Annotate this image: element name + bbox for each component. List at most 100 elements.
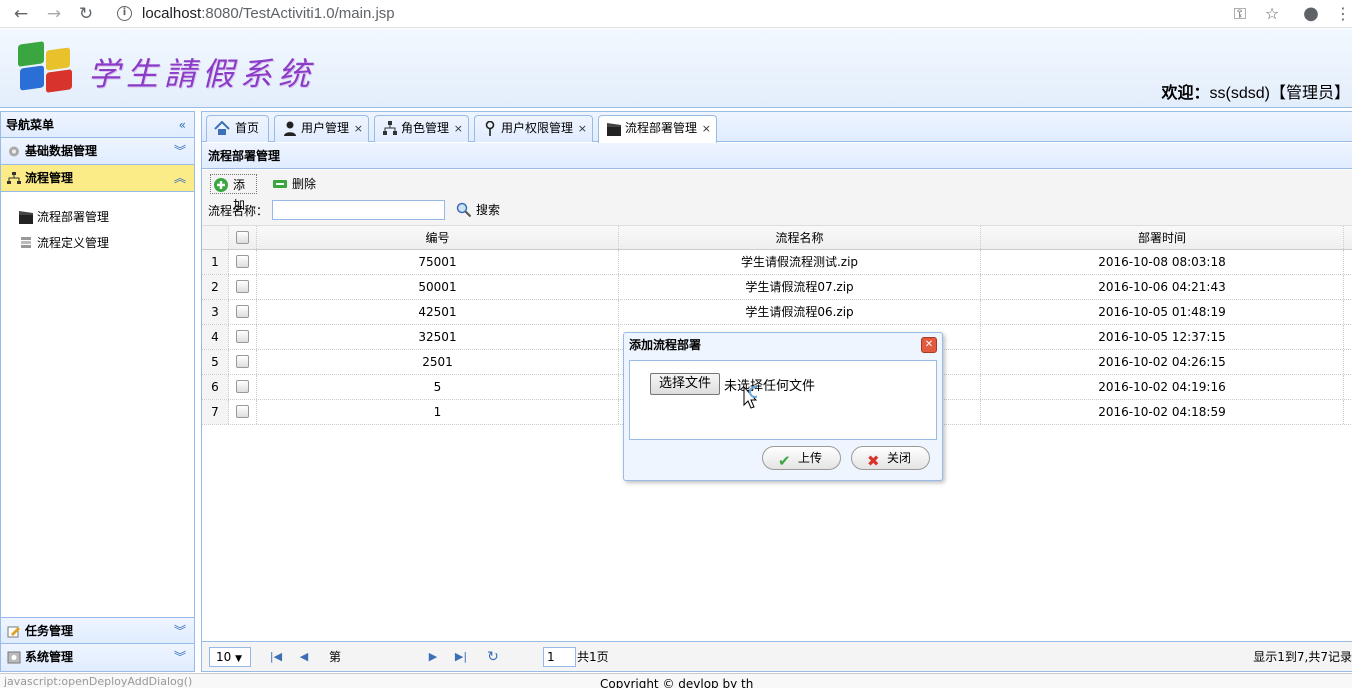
key-icon[interactable]: ⚿: [1229, 3, 1251, 25]
nav-section-process[interactable]: 流程管理 ︽: [1, 165, 194, 192]
nav-title-bar: 导航菜单 «: [1, 112, 194, 138]
page-number-input[interactable]: 1: [543, 647, 576, 667]
settings-box-icon: [7, 651, 21, 664]
cell-name: 学生请假流程07.zip: [619, 275, 981, 299]
column-header-id[interactable]: 编号: [257, 226, 619, 249]
add-button[interactable]: 添加: [210, 174, 257, 212]
info-icon[interactable]: i: [117, 6, 132, 21]
tab-role-management[interactable]: 角色管理 ×: [374, 115, 469, 142]
table-row[interactable]: 3 42501 学生请假流程06.zip 2016-10-05 01:48:19: [202, 300, 1352, 325]
reload-icon[interactable]: ↻: [75, 3, 97, 25]
chevron-down-icon[interactable]: ︾: [174, 138, 186, 165]
menu-dots-icon[interactable]: ⋮: [1332, 3, 1352, 25]
add-deploy-dialog: 添加流程部署 ✕ 选择文件 未选择任何文件 ✔ 上传 ✖ 关闭: [623, 332, 943, 481]
prev-page-icon[interactable]: ◀: [296, 647, 312, 667]
mouse-cursor-icon: [743, 386, 757, 409]
close-icon[interactable]: ×: [454, 116, 463, 141]
close-icon[interactable]: ×: [578, 116, 587, 141]
tab-user-management[interactable]: 用户管理 ×: [274, 115, 369, 142]
choose-file-button[interactable]: 选择文件: [650, 373, 720, 395]
close-icon[interactable]: ×: [702, 116, 711, 141]
address-bar[interactable]: localhost:8080/TestActiviti1.0/main.jsp: [142, 5, 395, 22]
row-checkbox[interactable]: [229, 275, 257, 299]
add-icon: [214, 178, 228, 192]
account-icon[interactable]: ●: [1300, 3, 1322, 25]
cell-id: 5: [257, 375, 619, 399]
cell-time: 2016-10-02 04:26:15: [981, 350, 1344, 374]
edit-icon: [7, 626, 20, 638]
status-bar: javascript:openDeployAddDialog() Copyrig…: [0, 673, 1352, 688]
cell-time: 2016-10-05 12:37:15: [981, 325, 1344, 349]
cell-id: 42501: [257, 300, 619, 324]
tab-label: 用户管理: [301, 121, 350, 135]
row-number: 4: [202, 325, 229, 349]
forward-arrow-icon[interactable]: →: [43, 3, 65, 25]
status-link-text: javascript:openDeployAddDialog(): [4, 675, 193, 688]
nav-section-task[interactable]: 任务管理 ︾: [1, 617, 194, 644]
select-all-checkbox[interactable]: [229, 226, 257, 249]
close-icon[interactable]: ✕: [921, 337, 937, 353]
upload-button[interactable]: ✔ 上传: [762, 446, 841, 470]
search-icon: [456, 202, 472, 218]
cell-name: 学生请假流程06.zip: [619, 300, 981, 324]
column-header-name[interactable]: 流程名称: [619, 226, 981, 249]
chevron-up-icon[interactable]: ︽: [174, 165, 186, 192]
grid-toolbar: 添加 删除 流程名称： 搜索: [202, 170, 1352, 226]
row-checkbox[interactable]: [229, 250, 257, 274]
file-status: 未选择任何文件: [724, 379, 816, 394]
table-row[interactable]: 1 75001 学生请假流程测试.zip 2016-10-08 08:03:18: [202, 250, 1352, 275]
nav-section-basic-data[interactable]: 基础数据管理 ︾: [1, 138, 194, 165]
cross-icon: ✖: [867, 452, 880, 470]
cell-time: 2016-10-08 08:03:18: [981, 250, 1344, 274]
refresh-icon[interactable]: ↻: [485, 647, 501, 667]
nav-item-label: 流程部署管理: [37, 210, 110, 224]
first-page-icon[interactable]: |◀: [268, 647, 284, 667]
chevron-down-icon[interactable]: ︾: [174, 618, 186, 645]
dialog-body: 选择文件 未选择任何文件: [629, 360, 937, 440]
chevron-down-icon[interactable]: ︾: [174, 644, 186, 671]
dialog-close-button[interactable]: ✖ 关闭: [851, 446, 930, 470]
cell-id: 75001: [257, 250, 619, 274]
last-page-icon[interactable]: ▶|: [453, 647, 469, 667]
copyright-text: Copyright © devlop by th: [600, 677, 754, 688]
search-label: 流程名称：: [208, 204, 269, 218]
nav-item-definition-management[interactable]: 流程定义管理: [1, 230, 194, 256]
next-page-icon[interactable]: ▶: [425, 647, 441, 667]
delete-button[interactable]: 删除: [270, 174, 316, 194]
checkbox-icon: [236, 329, 249, 343]
nav-section-label: 任务管理: [25, 624, 74, 638]
table-row[interactable]: 2 50001 学生请假流程07.zip 2016-10-06 04:21:43: [202, 275, 1352, 300]
back-arrow-icon[interactable]: ←: [10, 3, 32, 25]
star-icon[interactable]: ☆: [1261, 3, 1283, 25]
user-icon: [284, 121, 296, 136]
search-button[interactable]: 搜索: [454, 200, 500, 220]
nav-item-deploy-management[interactable]: 流程部署管理: [1, 204, 194, 230]
gear-icon: [9, 146, 19, 157]
row-checkbox[interactable]: [229, 375, 257, 399]
nav-section-system[interactable]: 系统管理 ︾: [1, 644, 194, 671]
row-checkbox[interactable]: [229, 325, 257, 349]
nav-item-label: 流程定义管理: [37, 236, 110, 250]
checkbox-icon: [236, 354, 249, 368]
nav-title: 导航菜单: [6, 118, 55, 132]
process-name-input[interactable]: [272, 200, 445, 220]
tab-deploy-management[interactable]: 流程部署管理 ×: [598, 115, 717, 143]
close-icon[interactable]: ×: [354, 116, 363, 141]
remove-icon: [273, 180, 287, 188]
cell-time: 2016-10-05 01:48:19: [981, 300, 1344, 324]
app-header: 学生請假系统 欢迎：ss(sdsd)【管理员】: [0, 29, 1352, 108]
row-checkbox[interactable]: [229, 300, 257, 324]
row-checkbox[interactable]: [229, 350, 257, 374]
tab-user-permission[interactable]: 用户权限管理 ×: [474, 115, 593, 142]
grid-header: 编号 流程名称 部署时间: [202, 226, 1352, 250]
tab-home[interactable]: 首页: [206, 115, 269, 142]
nav-section-label: 基础数据管理: [25, 144, 98, 158]
delete-button-label: 删除: [292, 177, 317, 191]
row-number: 7: [202, 400, 229, 424]
column-header-time[interactable]: 部署时间: [981, 226, 1344, 249]
upload-button-label: 上传: [798, 451, 823, 465]
collapse-double-left-icon[interactable]: «: [179, 112, 186, 138]
check-icon: ✔: [778, 452, 791, 470]
row-checkbox[interactable]: [229, 400, 257, 424]
page-size-select[interactable]: 10 ▼: [209, 647, 251, 667]
